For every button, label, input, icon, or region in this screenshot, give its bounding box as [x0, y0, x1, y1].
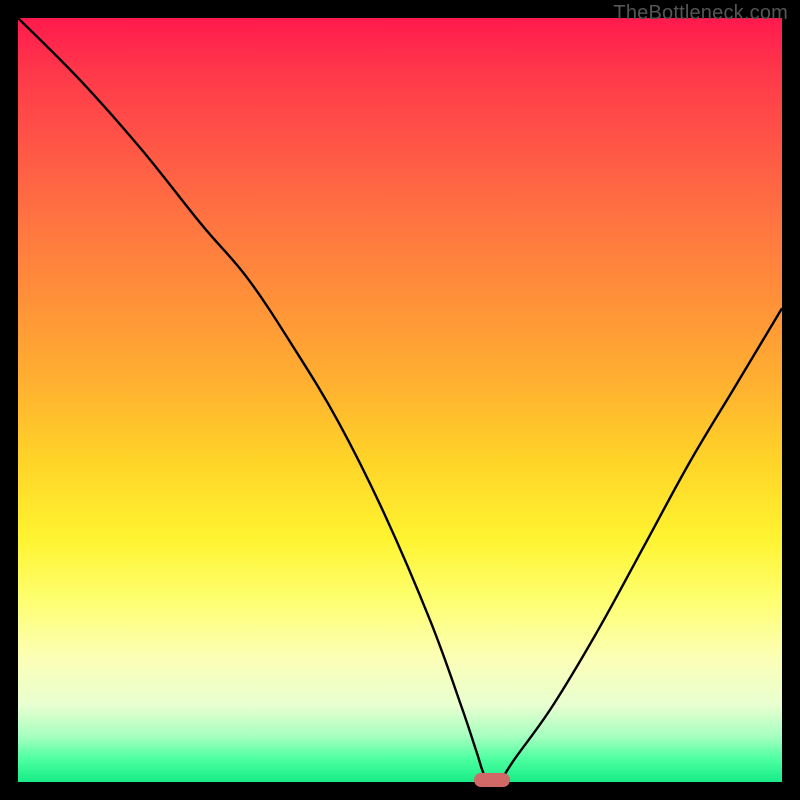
- bottleneck-curve: [18, 18, 782, 782]
- optimal-point-marker: [474, 773, 510, 787]
- watermark-text: TheBottleneck.com: [613, 2, 788, 25]
- curve-path: [18, 18, 782, 782]
- bottleneck-chart: TheBottleneck.com: [0, 0, 800, 800]
- plot-area: [18, 18, 782, 782]
